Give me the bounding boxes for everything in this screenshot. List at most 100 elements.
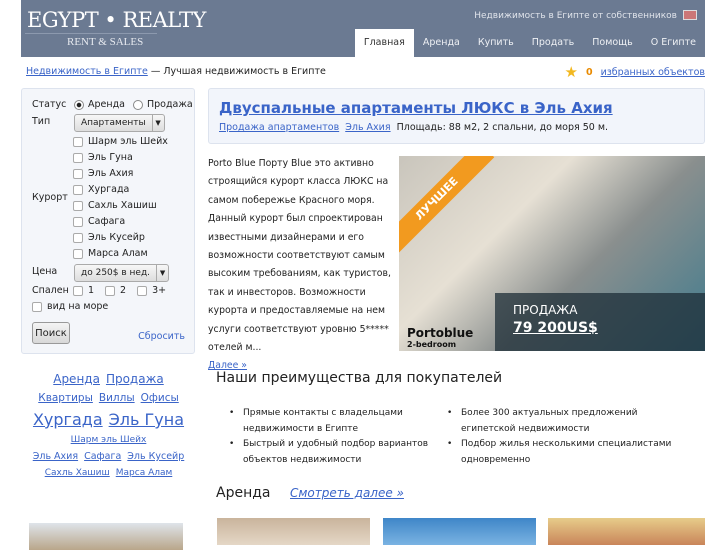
nav-sell[interactable]: Продать	[523, 29, 584, 57]
tag-link[interactable]: Хургада	[33, 410, 103, 429]
sale-label: ПРОДАЖА	[513, 303, 578, 317]
nav-home[interactable]: Главная	[354, 29, 414, 57]
resort-label: Сахль Хашиш	[88, 200, 157, 211]
description-text: Porto Blue Порту Blue это активно строящ…	[208, 158, 391, 354]
nav-buy[interactable]: Купить	[469, 29, 523, 57]
price-link[interactable]: 79 200US$	[513, 320, 598, 336]
advantage-item: Подбор жилья несколькими специалистами о…	[447, 436, 687, 468]
search-button[interactable]: Поиск	[32, 322, 70, 344]
tag-link[interactable]: Шарм эль Шейх	[71, 435, 147, 445]
resort-checkbox[interactable]	[73, 168, 83, 179]
tagline: Недвижимость в Египте от собственников	[474, 11, 677, 21]
bedrooms-2-checkbox[interactable]	[105, 285, 116, 296]
resort-checkbox[interactable]	[73, 184, 83, 195]
featured-header: Двуспальные апартаменты ЛЮКС в Эль Ахия …	[208, 88, 705, 144]
rent-photo[interactable]	[548, 518, 705, 545]
tag-link[interactable]: Эль Гуна	[109, 410, 184, 429]
resort-checkbox[interactable]	[73, 216, 83, 227]
price-value: до 250$ в нед.	[81, 268, 151, 278]
bedrooms-3-label: 3+	[152, 285, 167, 296]
status-rent-radio[interactable]	[74, 99, 84, 110]
resort-checkbox[interactable]	[73, 136, 83, 147]
resort-label: Хургада	[88, 184, 130, 195]
breadcrumb-home-link[interactable]: Недвижимость в Египте	[26, 66, 148, 77]
chevron-down-icon: ▼	[151, 115, 164, 131]
bedrooms-2-label: 2	[120, 285, 127, 296]
featured-meta: Продажа апартаментов Эль Ахия Площадь: 8…	[219, 122, 608, 133]
favorites: ★ 0 избранных объектов	[565, 63, 706, 81]
resort-label-heading: Курорт	[32, 192, 68, 203]
resort-label: Эль Кусейр	[88, 232, 145, 243]
tag-link[interactable]: Виллы	[99, 392, 135, 404]
favorites-count: 0	[585, 66, 593, 78]
search-form: Статус Аренда Продажа Тип Апартаменты ▼ Ша…	[21, 88, 195, 354]
rent-photo[interactable]	[217, 518, 370, 545]
tag-link[interactable]: Эль Кусейр	[127, 451, 184, 462]
brand-logo: Portoblue	[407, 326, 474, 340]
tag-link[interactable]: Продажа	[106, 372, 164, 386]
resort-label: Эль Ахия	[88, 168, 134, 179]
price-overlay: ПРОДАЖА 79 200US$	[495, 293, 705, 351]
price-select[interactable]: до 250$ в нед. ▼	[74, 264, 170, 282]
resort-label: Сафага	[88, 216, 126, 227]
sea-view-checkbox[interactable]	[32, 301, 42, 312]
resort-label: Эль Гуна	[88, 152, 133, 163]
resort-checkbox[interactable]	[73, 248, 83, 259]
rent-photo[interactable]	[383, 518, 536, 545]
star-icon: ★	[564, 63, 578, 81]
rent-heading: Аренда	[216, 485, 271, 501]
breadcrumb: Недвижимость в Египте — Лучшая недвижимо…	[26, 66, 326, 77]
best-ribbon: ЛУЧШЕЕ	[399, 156, 495, 257]
nav-rent[interactable]: Аренда	[414, 29, 469, 57]
breadcrumb-current: — Лучшая недвижимость в Египте	[147, 66, 326, 77]
tag-link[interactable]: Марса Алам	[116, 468, 173, 478]
nav-about-egypt[interactable]: О Египте	[642, 29, 705, 57]
tag-link[interactable]: Квартиры	[38, 392, 93, 404]
sidebar-photo[interactable]	[29, 523, 183, 550]
type-select[interactable]: Апартаменты ▼	[74, 114, 165, 132]
status-sale-label: Продажа	[146, 99, 193, 110]
resort-checkbox[interactable]	[73, 200, 83, 211]
logo[interactable]: EGYPT • REALTY	[27, 8, 206, 32]
featured-image[interactable]: ЛУЧШЕЕ Portoblue 2-bedroom ПРОДАЖА 79 20…	[399, 156, 705, 351]
tag-link[interactable]: Сафага	[84, 451, 121, 462]
tag-link[interactable]: Эль Ахия	[33, 451, 78, 462]
bedrooms-label: Спален	[32, 285, 69, 296]
tag-link[interactable]: Сахль Хашиш	[45, 468, 110, 478]
uk-flag-icon[interactable]	[683, 10, 697, 20]
brand-subtitle: 2-bedroom	[407, 340, 457, 349]
favorites-link[interactable]: избранных объектов	[601, 67, 705, 78]
nav-help[interactable]: Помощь	[583, 29, 641, 57]
status-sale-radio[interactable]	[132, 99, 143, 110]
type-value: Апартаменты	[81, 118, 146, 128]
tag-link[interactable]: Офисы	[141, 392, 179, 404]
reset-link[interactable]: Сбросить	[138, 331, 185, 342]
see-more-link[interactable]: Смотреть далее »	[290, 486, 404, 500]
logo-divider	[25, 33, 157, 34]
resort-checkbox[interactable]	[73, 232, 83, 243]
chevron-down-icon: ▼	[156, 265, 168, 281]
header: EGYPT • REALTY RENT & SALES Недвижимость…	[21, 0, 705, 57]
resort-label: Марса Алам	[88, 248, 148, 259]
resort-label: Шарм эль Шейх	[88, 136, 168, 147]
advantage-item: Быстрый и удобный подбор вариантов объек…	[229, 436, 429, 468]
tag-cloud: Аренда Продажа Квартиры Виллы Офисы Хургада…	[21, 372, 196, 484]
type-label: Тип	[32, 116, 51, 127]
status-rent-label: Аренда	[88, 99, 125, 110]
sale-apartments-link[interactable]: Продажа апартаментов	[219, 122, 339, 133]
bedrooms-3-checkbox[interactable]	[137, 285, 148, 296]
sea-view-label: вид на море	[47, 301, 109, 312]
main-nav: Главная Аренда Купить Продать Помощь О Е…	[354, 29, 705, 57]
status-label: Статус	[32, 99, 67, 110]
resort-checkbox[interactable]	[73, 152, 83, 163]
advantage-item: Более 300 актуальных предложений египетс…	[447, 405, 687, 437]
logo-subtitle: RENT & SALES	[67, 36, 144, 48]
advantages-heading: Наши преимущества для покупателей	[216, 370, 503, 386]
bedrooms-1-checkbox[interactable]	[73, 285, 83, 296]
featured-details: Площадь: 88 м2, 2 спальни, до моря 50 м.	[396, 122, 609, 133]
el-ahia-link[interactable]: Эль Ахия	[345, 122, 390, 133]
bedrooms-1-label: 1	[88, 285, 95, 296]
featured-description: Porto Blue Порту Blue это активно строящ…	[208, 155, 394, 376]
featured-title-link[interactable]: Двуспальные апартаменты ЛЮКС в Эль Ахия	[219, 99, 613, 117]
tag-link[interactable]: Аренда	[53, 372, 100, 386]
